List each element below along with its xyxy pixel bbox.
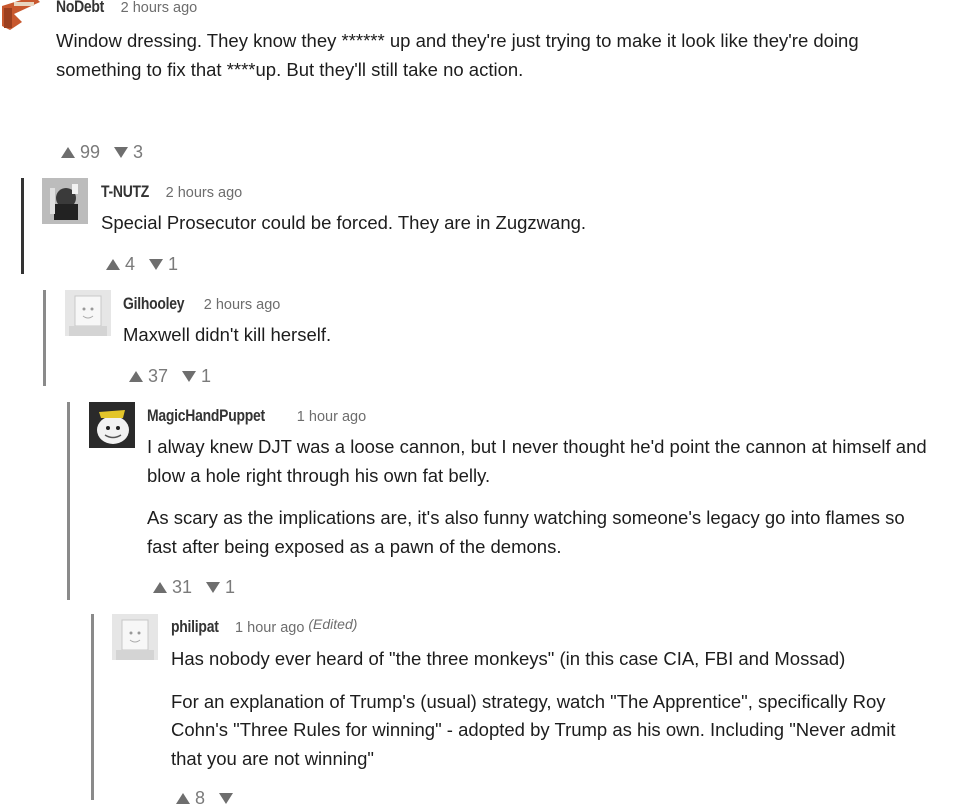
thread-line	[21, 178, 24, 274]
upvote-count: 37	[148, 366, 169, 386]
comment-text: Maxwell didn't kill herself.	[123, 324, 332, 345]
timestamp[interactable]: 2 hours ago	[166, 185, 243, 201]
timestamp[interactable]: 2 hours ago	[121, 0, 198, 16]
avatar[interactable]	[89, 402, 135, 448]
timestamp[interactable]: 2 hours ago	[204, 297, 281, 313]
comment-body: Maxwell didn't kill herself.	[123, 321, 933, 364]
comment-header: NoDebt 2 hours ago	[56, 0, 197, 17]
upvote-button[interactable]: 37	[129, 366, 168, 387]
downvote-count: 1	[225, 577, 236, 597]
vote-bar: 8	[176, 788, 252, 809]
comment-text: For an explanation of Trump's (usual) st…	[171, 690, 896, 769]
comment-header: philipat 1 hour ago (Edited)	[171, 616, 358, 637]
vote-bar: 31 1	[153, 577, 249, 598]
downvote-count: 1	[168, 254, 179, 274]
upvote-count: 31	[172, 577, 193, 597]
avatar[interactable]	[112, 614, 158, 660]
thread-line	[43, 290, 46, 386]
upvote-icon	[176, 793, 190, 804]
downvote-count: 1	[201, 366, 212, 386]
comment-header: MagicHandPuppet 1 hour ago	[147, 406, 366, 426]
comment-body: Special Prosecutor could be forced. They…	[101, 209, 931, 252]
downvote-button[interactable]: 1	[149, 254, 178, 275]
comment-text: Window dressing. They know they ****** u…	[56, 30, 859, 80]
comment-header: T-NUTZ 2 hours ago	[101, 182, 242, 202]
upvote-button[interactable]: 8	[176, 788, 205, 809]
upvote-count: 8	[195, 788, 206, 808]
avatar[interactable]	[42, 178, 88, 224]
downvote-icon	[114, 147, 129, 158]
downvote-count: 3	[133, 142, 144, 162]
comment-text: Has nobody ever heard of "the three monk…	[171, 648, 846, 669]
comment-text: As scary as the implications are, it's a…	[147, 507, 905, 557]
downvote-button[interactable]: 3	[114, 142, 143, 163]
comment-text: I alway knew DJT was a loose cannon, but…	[147, 436, 927, 486]
vote-bar: 37 1	[129, 366, 225, 387]
timestamp[interactable]: 1 hour ago	[235, 620, 304, 636]
vote-bar: 99 3	[61, 142, 157, 163]
username[interactable]: NoDebt	[56, 0, 104, 17]
downvote-icon	[182, 371, 197, 382]
upvote-button[interactable]: 4	[106, 254, 135, 275]
edited-label: (Edited)	[308, 616, 358, 632]
comment-header: Gilhooley 2 hours ago	[123, 294, 280, 314]
username[interactable]: philipat	[171, 617, 219, 637]
upvote-icon	[106, 259, 120, 270]
thread-line	[67, 402, 70, 600]
username[interactable]: Gilhooley	[123, 294, 185, 314]
upvote-button[interactable]: 31	[153, 577, 192, 598]
thread-line	[91, 614, 94, 800]
downvote-icon	[149, 259, 164, 270]
timestamp[interactable]: 1 hour ago	[297, 409, 366, 425]
downvote-icon	[206, 582, 221, 593]
comment-body: I alway knew DJT was a loose cannon, but…	[147, 433, 937, 575]
avatar[interactable]	[0, 0, 44, 40]
upvote-count: 99	[80, 142, 101, 162]
username[interactable]: MagicHandPuppet	[147, 406, 265, 426]
downvote-button[interactable]: 1	[206, 577, 235, 598]
downvote-button[interactable]: 1	[182, 366, 211, 387]
comment-text: Special Prosecutor could be forced. They…	[101, 212, 587, 233]
vote-bar: 41	[106, 254, 192, 275]
upvote-button[interactable]: 99	[61, 142, 100, 163]
downvote-button[interactable]	[219, 793, 238, 804]
upvote-icon	[61, 147, 75, 158]
upvote-icon	[129, 371, 143, 382]
comment-body: Has nobody ever heard of "the three monk…	[171, 645, 931, 787]
avatar[interactable]	[65, 290, 111, 336]
username[interactable]: T-NUTZ	[101, 182, 149, 202]
upvote-count: 4	[125, 254, 136, 274]
upvote-icon	[153, 582, 167, 593]
comment-body: Window dressing. They know they ****** u…	[56, 27, 936, 98]
downvote-icon	[219, 793, 234, 804]
